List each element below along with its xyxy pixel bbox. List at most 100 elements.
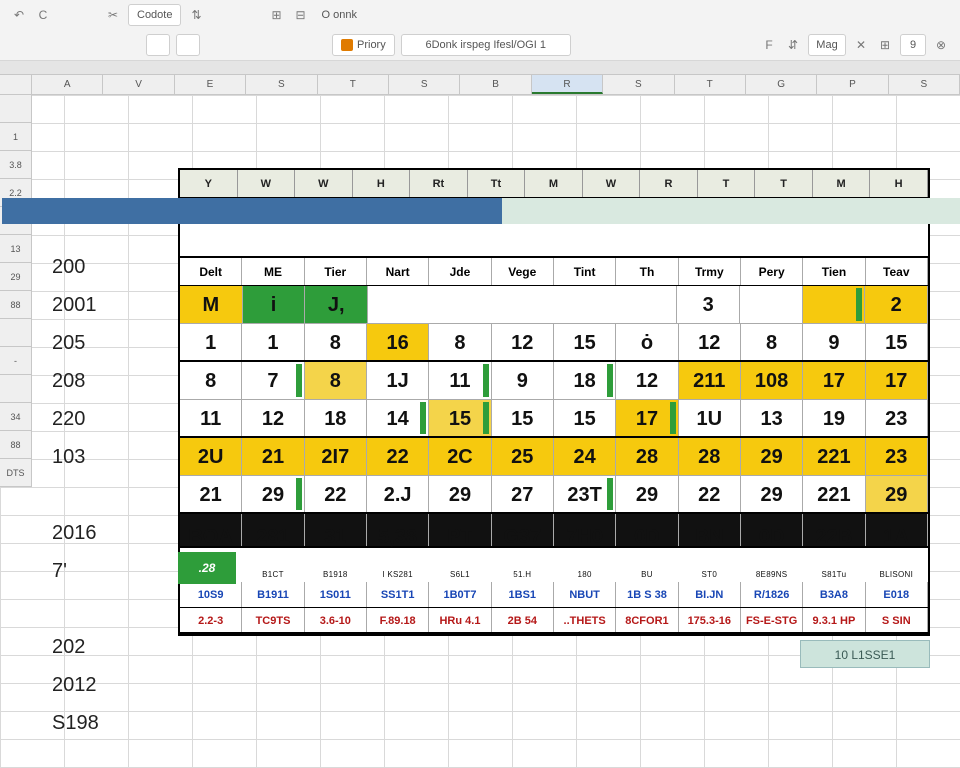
col-header[interactable]: T <box>318 75 389 94</box>
cal-cell[interactable]: 29 <box>616 476 678 512</box>
small-box-1[interactable] <box>146 34 170 56</box>
col-header[interactable]: S <box>603 75 674 94</box>
undo-icon[interactable]: ↶ <box>10 6 28 24</box>
cal-cell[interactable]: 21 <box>242 438 304 475</box>
cal-header-cell[interactable]: Teav <box>866 258 928 285</box>
cal-cell[interactable]: 221 <box>803 438 865 475</box>
row-header[interactable] <box>0 375 32 403</box>
right-icon-0[interactable]: F <box>760 36 778 54</box>
cal-header-cell[interactable]: Tint <box>554 258 616 285</box>
cal-cell[interactable]: 22 <box>679 476 741 512</box>
cal-cell[interactable] <box>368 286 677 323</box>
cal-cell[interactable]: M <box>180 286 243 323</box>
cal-cell[interactable]: 9 <box>803 324 865 360</box>
row-header[interactable]: 29 <box>0 263 32 291</box>
cal-cell[interactable]: 2 <box>865 286 928 323</box>
row-header[interactable]: 1 <box>0 123 32 151</box>
col-header[interactable]: A <box>32 75 103 94</box>
cal-cell[interactable]: 1U <box>679 400 741 436</box>
cal-cell[interactable]: 14 <box>367 400 429 436</box>
cal-header-cell[interactable]: Tier <box>305 258 367 285</box>
mint-footer-box[interactable]: 10 L1SSE1 <box>800 640 930 668</box>
cal-cell[interactable]: 15 <box>866 324 928 360</box>
col-header[interactable]: B <box>460 75 531 94</box>
cal-cell[interactable]: 12 <box>616 362 678 399</box>
cal-cell[interactable]: 23 <box>866 400 928 436</box>
cal-cell[interactable]: 1 <box>180 324 242 360</box>
long-button[interactable]: 6Donk irspeg Ifesl/OGI 1 <box>401 34 571 56</box>
row-header[interactable]: 88 <box>0 431 32 459</box>
cal-cell[interactable]: 22 <box>305 476 367 512</box>
cut-icon[interactable]: ✂ <box>104 6 122 24</box>
cal-cell[interactable]: J, <box>305 286 368 323</box>
cal-cell[interactable] <box>803 286 866 323</box>
cal-cell[interactable]: 28 <box>616 438 678 475</box>
cal-cell[interactable]: 12 <box>242 400 304 436</box>
cal-cell[interactable]: 21 <box>180 476 242 512</box>
cal-header-cell[interactable]: Nart <box>367 258 429 285</box>
misc-icon-3[interactable]: ⊟ <box>291 6 309 24</box>
cal-cell[interactable]: ȯ <box>616 324 678 360</box>
cal-cell[interactable]: 23T <box>554 476 616 512</box>
cal-cell[interactable]: 1J <box>367 362 429 399</box>
cal-cell[interactable]: 12 <box>679 324 741 360</box>
cal-cell[interactable]: 19 <box>803 400 865 436</box>
green-iso-cell[interactable]: .28 <box>178 552 236 584</box>
row-header[interactable]: 88 <box>0 291 32 319</box>
right-icon-3[interactable]: ✕ <box>852 36 870 54</box>
cal-header-cell[interactable]: Th <box>616 258 678 285</box>
cal-cell[interactable] <box>740 286 803 323</box>
row-header[interactable] <box>0 95 32 123</box>
cal-cell[interactable]: 15 <box>492 400 554 436</box>
cal-cell[interactable]: 108 <box>741 362 803 399</box>
code-button[interactable]: Codote <box>128 4 181 26</box>
cal-cell[interactable]: 24 <box>554 438 616 475</box>
cal-cell[interactable]: 25 <box>492 438 554 475</box>
cal-cell[interactable]: 18 <box>554 362 616 399</box>
cal-cell[interactable]: 17 <box>866 362 928 399</box>
row-header[interactable] <box>0 319 32 347</box>
col-header[interactable]: E <box>175 75 246 94</box>
small-box-2[interactable] <box>176 34 200 56</box>
row-header[interactable]: DTS <box>0 459 32 487</box>
calendar-table[interactable]: YWWHRtTtMWRTTMH DeltMETierNartJdeVegeTin… <box>178 168 930 636</box>
cal-cell[interactable]: 1 <box>242 324 304 360</box>
cal-cell[interactable]: 221 <box>803 476 865 512</box>
misc-icon-2[interactable]: ⊞ <box>267 6 285 24</box>
cal-cell[interactable]: 2C <box>429 438 491 475</box>
cal-cell[interactable]: 2I7 <box>305 438 367 475</box>
cal-header-cell[interactable]: Jde <box>429 258 491 285</box>
col-header[interactable]: T <box>675 75 746 94</box>
col-header[interactable]: S <box>389 75 460 94</box>
cal-cell[interactable]: 28 <box>679 438 741 475</box>
cal-cell[interactable]: 8 <box>180 362 242 399</box>
cal-cell[interactable]: 3 <box>677 286 740 323</box>
cal-cell[interactable]: 16 <box>367 324 429 360</box>
col-header[interactable]: V <box>103 75 174 94</box>
row-header[interactable]: - <box>0 347 32 375</box>
cal-cell[interactable]: 29 <box>866 476 928 512</box>
cal-cell[interactable]: 29 <box>741 476 803 512</box>
cal-cell[interactable]: 17 <box>616 400 678 436</box>
cal-cell[interactable]: 8 <box>429 324 491 360</box>
cal-cell[interactable]: 29 <box>741 438 803 475</box>
misc-label-4[interactable]: O onnk <box>315 9 362 21</box>
redo-icon[interactable]: C <box>34 6 52 24</box>
col-header[interactable]: G <box>746 75 817 94</box>
cal-cell[interactable]: 12 <box>492 324 554 360</box>
cal-cell[interactable]: 15 <box>554 324 616 360</box>
right-icon-2[interactable]: Mag <box>808 34 846 56</box>
priory-button[interactable]: Priory <box>332 34 395 56</box>
row-header[interactable]: 3.8 <box>0 151 32 179</box>
cal-cell[interactable]: 22 <box>367 438 429 475</box>
col-header[interactable]: R <box>532 75 603 94</box>
col-header[interactable]: S <box>246 75 317 94</box>
cal-cell[interactable]: 11 <box>429 362 491 399</box>
cal-cell[interactable]: 29 <box>429 476 491 512</box>
cal-cell[interactable]: 23 <box>866 438 928 475</box>
row-header[interactable]: 34 <box>0 403 32 431</box>
right-icon-4[interactable]: ⊞ <box>876 36 894 54</box>
cal-header-cell[interactable]: Delt <box>180 258 242 285</box>
cal-cell[interactable]: 27 <box>492 476 554 512</box>
cal-cell[interactable]: 211 <box>679 362 741 399</box>
